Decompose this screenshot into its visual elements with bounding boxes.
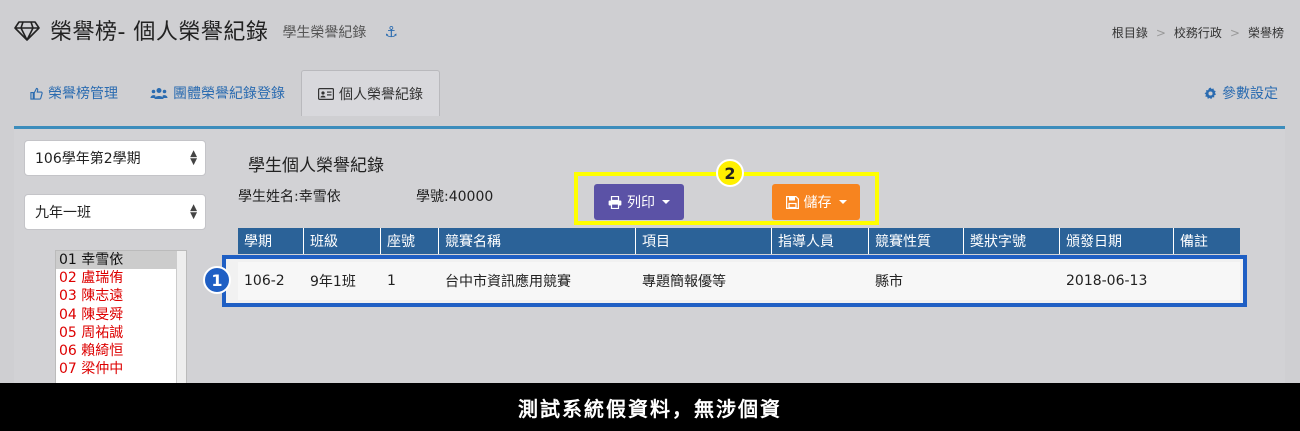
student-name: 學生姓名:幸雪依 — [238, 189, 341, 205]
page-title: 榮譽榜- 個人榮譽紀錄 — [50, 20, 269, 45]
breadcrumb-root[interactable]: 根目錄 — [1112, 24, 1148, 41]
users-icon — [150, 87, 168, 99]
column-header: 競賽性質 — [869, 228, 964, 254]
record-title: 學生個人榮譽紀錄 — [248, 156, 384, 176]
callout-badge-1: 1 — [203, 266, 231, 294]
honor-table: 學期 班級 座號 競賽名稱 項目 指導人員 競賽性質 獎狀字號 頒發日期 備註 — [238, 228, 1240, 254]
column-header: 備註 — [1180, 234, 1208, 250]
page-subtitle: 學生榮譽紀錄 — [282, 25, 367, 41]
breadcrumb: 根目錄 > 校務行政 > 榮譽榜 — [1112, 24, 1284, 41]
student-number: 學號:40000 — [416, 189, 494, 205]
select-arrows-icon: ▲ ▼ — [190, 149, 197, 167]
cell-note — [1174, 262, 1240, 300]
thumbs-up-icon — [30, 87, 43, 100]
tab-label: 個人榮譽紀錄 — [339, 86, 423, 103]
student-item[interactable]: 06 賴綺恒 — [56, 342, 186, 360]
column-header: 項目 — [636, 228, 772, 254]
diamond-icon — [14, 21, 40, 41]
print-button[interactable]: 列印 — [594, 184, 684, 220]
caret-down-icon — [662, 200, 670, 204]
cell-item: 專題簡報優等 — [642, 274, 726, 290]
cell-issue-date: 2018-06-13 — [1066, 273, 1148, 289]
cell-competition: 台中市資訊應用競賽 — [445, 274, 571, 290]
print-label: 列印 — [627, 195, 655, 211]
anchor-icon[interactable]: ⚓ — [384, 23, 397, 41]
list-scrollbar[interactable] — [176, 251, 186, 385]
tab-personal-honor[interactable]: 個人榮譽紀錄 — [301, 70, 440, 116]
footer-banner: 測試系統假資料，無涉個資 — [0, 383, 1300, 431]
save-button[interactable]: 儲存 — [772, 184, 860, 220]
student-item[interactable]: 03 陳志遠 — [56, 287, 186, 305]
floppy-disk-icon — [785, 195, 799, 209]
column-header: 座號 — [381, 228, 439, 254]
column-header: 班級 — [304, 228, 381, 254]
page-header: 榮譽榜- 個人榮譽紀錄 學生榮譽紀錄 ⚓ 根目錄 > 校務行政 > 榮譽榜 — [0, 0, 1300, 62]
cell-class: 9年1班 — [310, 274, 356, 290]
table-row[interactable]: 106-2 9年1班 1 台中市資訊應用競賽 專題簡報優等 縣市 2018-06… — [238, 262, 1240, 300]
column-header: 競賽名稱 — [439, 228, 636, 254]
settings-link[interactable]: 參數設定 — [1204, 70, 1278, 116]
breadcrumb-current: 榮譽榜 — [1247, 26, 1284, 40]
semester-value: 106學年第2學期 — [35, 151, 141, 167]
column-header: 獎狀字號 — [964, 228, 1060, 254]
cell-competition-type: 縣市 — [875, 274, 903, 290]
column-header: 學期 — [238, 228, 304, 254]
tab-label: 榮譽榜管理 — [48, 86, 118, 102]
student-list[interactable]: 01 幸雪依 02 盧瑞侑 03 陳志遠 04 陳旻舜 05 周祐誠 06 賴綺… — [55, 250, 187, 386]
tab-label: 團體榮譽紀錄登錄 — [173, 86, 285, 102]
column-header: 指導人員 — [772, 228, 869, 254]
table-header: 學期 班級 座號 競賽名稱 項目 指導人員 競賽性質 獎狀字號 頒發日期 備註 — [238, 228, 1240, 254]
cell-seat: 1 — [387, 273, 396, 289]
breadcrumb-admin[interactable]: 校務行政 — [1174, 24, 1222, 41]
cell-semester: 106-2 — [244, 273, 285, 289]
breadcrumb-separator: > — [1229, 25, 1240, 40]
settings-label: 參數設定 — [1222, 86, 1278, 102]
caret-down-icon — [838, 200, 847, 204]
cell-instructor — [772, 262, 869, 300]
save-label: 儲存 — [803, 195, 832, 211]
gear-icon — [1204, 86, 1217, 99]
title-group: 榮譽榜- 個人榮譽紀錄 學生榮譽紀錄 ⚓ — [14, 14, 398, 46]
class-select[interactable]: 九年一班 ▲ ▼ — [24, 194, 206, 230]
student-item[interactable]: 02 盧瑞侑 — [56, 269, 186, 287]
tab-group-honor[interactable]: 團體榮譽紀錄登錄 — [134, 70, 301, 116]
student-item[interactable]: 04 陳旻舜 — [56, 306, 186, 324]
student-item[interactable]: 07 梁仲中 — [56, 360, 186, 378]
column-header: 頒發日期 — [1060, 228, 1174, 254]
callout-badge-2: 2 — [716, 159, 744, 187]
id-card-icon — [318, 87, 334, 100]
select-arrows-icon: ▲ ▼ — [190, 203, 197, 221]
breadcrumb-separator: > — [1155, 25, 1166, 40]
student-item[interactable]: 05 周祐誠 — [56, 324, 186, 342]
print-icon — [608, 195, 622, 209]
class-value: 九年一班 — [35, 205, 91, 221]
cell-certificate-no — [964, 262, 1060, 300]
student-item[interactable]: 01 幸雪依 — [56, 251, 186, 270]
tab-honor-management[interactable]: 榮譽榜管理 — [14, 70, 134, 116]
tab-bar: 榮譽榜管理 團體榮譽紀錄登錄 個人榮譽紀錄 — [14, 70, 1286, 116]
semester-select[interactable]: 106學年第2學期 ▲ ▼ — [24, 140, 206, 176]
